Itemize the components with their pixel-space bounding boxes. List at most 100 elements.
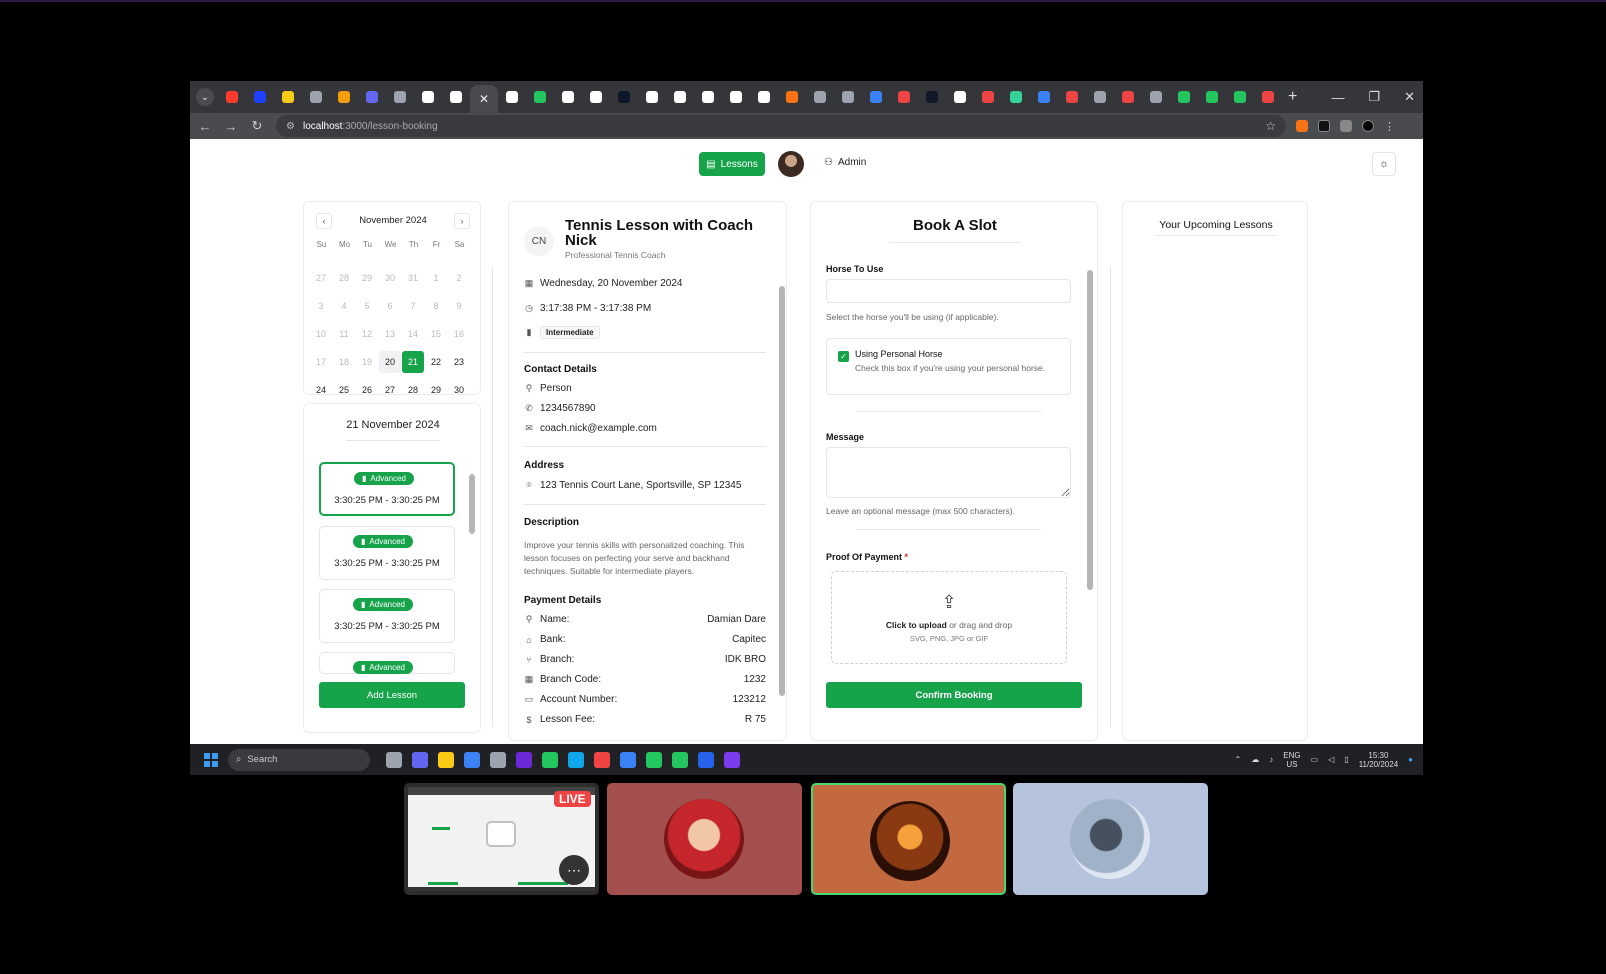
- browser-tab[interactable]: [218, 85, 246, 109]
- browser-tab[interactable]: [330, 85, 358, 109]
- scroll-thumb[interactable]: [1087, 270, 1093, 590]
- browser-tab[interactable]: [974, 85, 1002, 109]
- browser-tab[interactable]: [302, 85, 330, 109]
- browser-tab[interactable]: [1114, 85, 1142, 109]
- user-avatar[interactable]: [778, 151, 804, 177]
- upload-click-text[interactable]: Click to upload: [886, 620, 947, 630]
- browser-tab[interactable]: [806, 85, 834, 109]
- extension-icon[interactable]: [1296, 120, 1308, 132]
- browser-tab[interactable]: [582, 85, 610, 109]
- extension-icon[interactable]: [1318, 120, 1330, 132]
- calendar-day[interactable]: 29: [425, 379, 447, 401]
- browser-tab[interactable]: [694, 85, 722, 109]
- taskbar-app-icon[interactable]: [594, 751, 610, 768]
- close-tab-icon[interactable]: ✕: [479, 92, 489, 106]
- browser-tab[interactable]: [1198, 85, 1226, 109]
- slots-scrollbar[interactable]: [469, 462, 475, 672]
- language-indicator[interactable]: ENG US: [1283, 751, 1300, 769]
- windows-start-icon[interactable]: [204, 752, 218, 767]
- browser-tab[interactable]: [946, 85, 974, 109]
- scroll-thumb[interactable]: [469, 474, 475, 534]
- calendar-day[interactable]: 22: [425, 351, 447, 373]
- browser-tab[interactable]: [358, 85, 386, 109]
- taskbar-app-icon[interactable]: [412, 751, 428, 768]
- participant-tile[interactable]: [607, 783, 802, 895]
- browser-tab[interactable]: [890, 85, 918, 109]
- battery-icon[interactable]: ▯: [1344, 755, 1348, 764]
- browser-tab[interactable]: [526, 85, 554, 109]
- browser-tab[interactable]: [638, 85, 666, 109]
- menu-kebab-icon[interactable]: ⋮: [1384, 120, 1396, 133]
- new-tab-icon[interactable]: +: [1288, 88, 1297, 106]
- reload-icon[interactable]: ↻: [246, 118, 268, 134]
- calendar-day[interactable]: 26: [356, 379, 378, 401]
- forward-icon[interactable]: →: [220, 119, 242, 134]
- browser-tab[interactable]: [1226, 85, 1254, 109]
- url-input[interactable]: ⚙ localhost :3000/lesson-booking ☆: [276, 115, 1286, 137]
- browser-tab[interactable]: [1086, 85, 1114, 109]
- time-slot[interactable]: ▮ Advanced: [319, 652, 455, 674]
- admin-link[interactable]: ⚇ Admin: [824, 157, 866, 168]
- browser-tab[interactable]: [1002, 85, 1030, 109]
- taskbar-app-icon[interactable]: [646, 751, 662, 768]
- browser-tab[interactable]: [778, 85, 806, 109]
- puzzle-icon[interactable]: [1340, 120, 1352, 132]
- browser-tab[interactable]: [834, 85, 862, 109]
- browser-tab[interactable]: [1142, 85, 1170, 109]
- personal-horse-checkbox[interactable]: ✓: [838, 351, 849, 362]
- active-tab[interactable]: ✕: [470, 85, 498, 113]
- calendar-day[interactable]: 24: [310, 379, 332, 401]
- taskbar-app-icon[interactable]: [542, 751, 558, 768]
- taskbar-app-icon[interactable]: [620, 751, 636, 768]
- cloud-icon[interactable]: ☁: [1251, 755, 1259, 764]
- calendar-day[interactable]: 25: [333, 379, 355, 401]
- browser-tab[interactable]: [414, 85, 442, 109]
- taskbar-app-icon[interactable]: [516, 751, 532, 768]
- calendar-day[interactable]: 30: [448, 379, 470, 401]
- taskbar-search[interactable]: ⌕ Search: [228, 748, 370, 771]
- lessons-button[interactable]: ▤ Lessons: [699, 152, 765, 176]
- browser-tab[interactable]: [750, 85, 778, 109]
- minimize-icon[interactable]: —: [1331, 90, 1344, 105]
- browser-tab[interactable]: [722, 85, 750, 109]
- scroll-thumb[interactable]: [779, 286, 785, 696]
- browser-tab[interactable]: [1030, 85, 1058, 109]
- browser-tab[interactable]: [918, 85, 946, 109]
- calendar-day[interactable]: 20: [379, 351, 401, 373]
- browser-tab[interactable]: [442, 85, 470, 109]
- chevron-up-icon[interactable]: ⌃: [1235, 755, 1242, 764]
- mic-icon[interactable]: ♪: [1269, 755, 1273, 764]
- time-slot[interactable]: ▮ Advanced 3:30:25 PM - 3:30:25 PM: [319, 589, 455, 643]
- participant-tile-speaking[interactable]: [811, 783, 1006, 895]
- calendar-day-selected[interactable]: 21: [402, 351, 424, 373]
- close-window-icon[interactable]: ✕: [1404, 89, 1415, 105]
- message-textarea[interactable]: [826, 447, 1071, 498]
- browser-tab[interactable]: [274, 85, 302, 109]
- taskbar-app-icon[interactable]: [386, 751, 402, 768]
- browser-tab[interactable]: [1170, 85, 1198, 109]
- details-scrollbar[interactable]: [779, 276, 785, 716]
- contact-email[interactable]: coach.nick@example.com: [540, 423, 657, 434]
- network-icon[interactable]: ▭: [1311, 755, 1319, 764]
- theme-toggle-button[interactable]: ☼: [1372, 152, 1396, 176]
- browser-tab[interactable]: [554, 85, 582, 109]
- screen-share-tile[interactable]: LIVE ⋯: [404, 783, 599, 895]
- taskbar-app-icon[interactable]: [568, 751, 584, 768]
- time-slot[interactable]: ▮ Advanced 3:30:25 PM - 3:30:25 PM: [319, 526, 455, 580]
- browser-tab[interactable]: [666, 85, 694, 109]
- calendar-day[interactable]: 28: [402, 379, 424, 401]
- browser-tab[interactable]: [610, 85, 638, 109]
- taskbar-app-icon[interactable]: [698, 751, 714, 768]
- back-icon[interactable]: ←: [194, 119, 216, 134]
- site-info-icon[interactable]: ⚙: [286, 121, 295, 132]
- bookmark-star-icon[interactable]: ☆: [1265, 119, 1276, 133]
- personal-horse-option[interactable]: ✓ Using Personal Horse Check this box if…: [826, 338, 1071, 395]
- participant-tile[interactable]: [1013, 783, 1208, 895]
- taskbar-app-icon[interactable]: [672, 751, 688, 768]
- browser-tab[interactable]: [862, 85, 890, 109]
- volume-icon[interactable]: ◁: [1328, 755, 1334, 764]
- proof-upload-dropzone[interactable]: ⇪ Click to upload or drag and drop SVG, …: [831, 571, 1067, 664]
- taskbar-app-icon[interactable]: [724, 751, 740, 768]
- taskbar-app-icon[interactable]: [438, 751, 454, 768]
- next-month-button[interactable]: ›: [454, 213, 470, 229]
